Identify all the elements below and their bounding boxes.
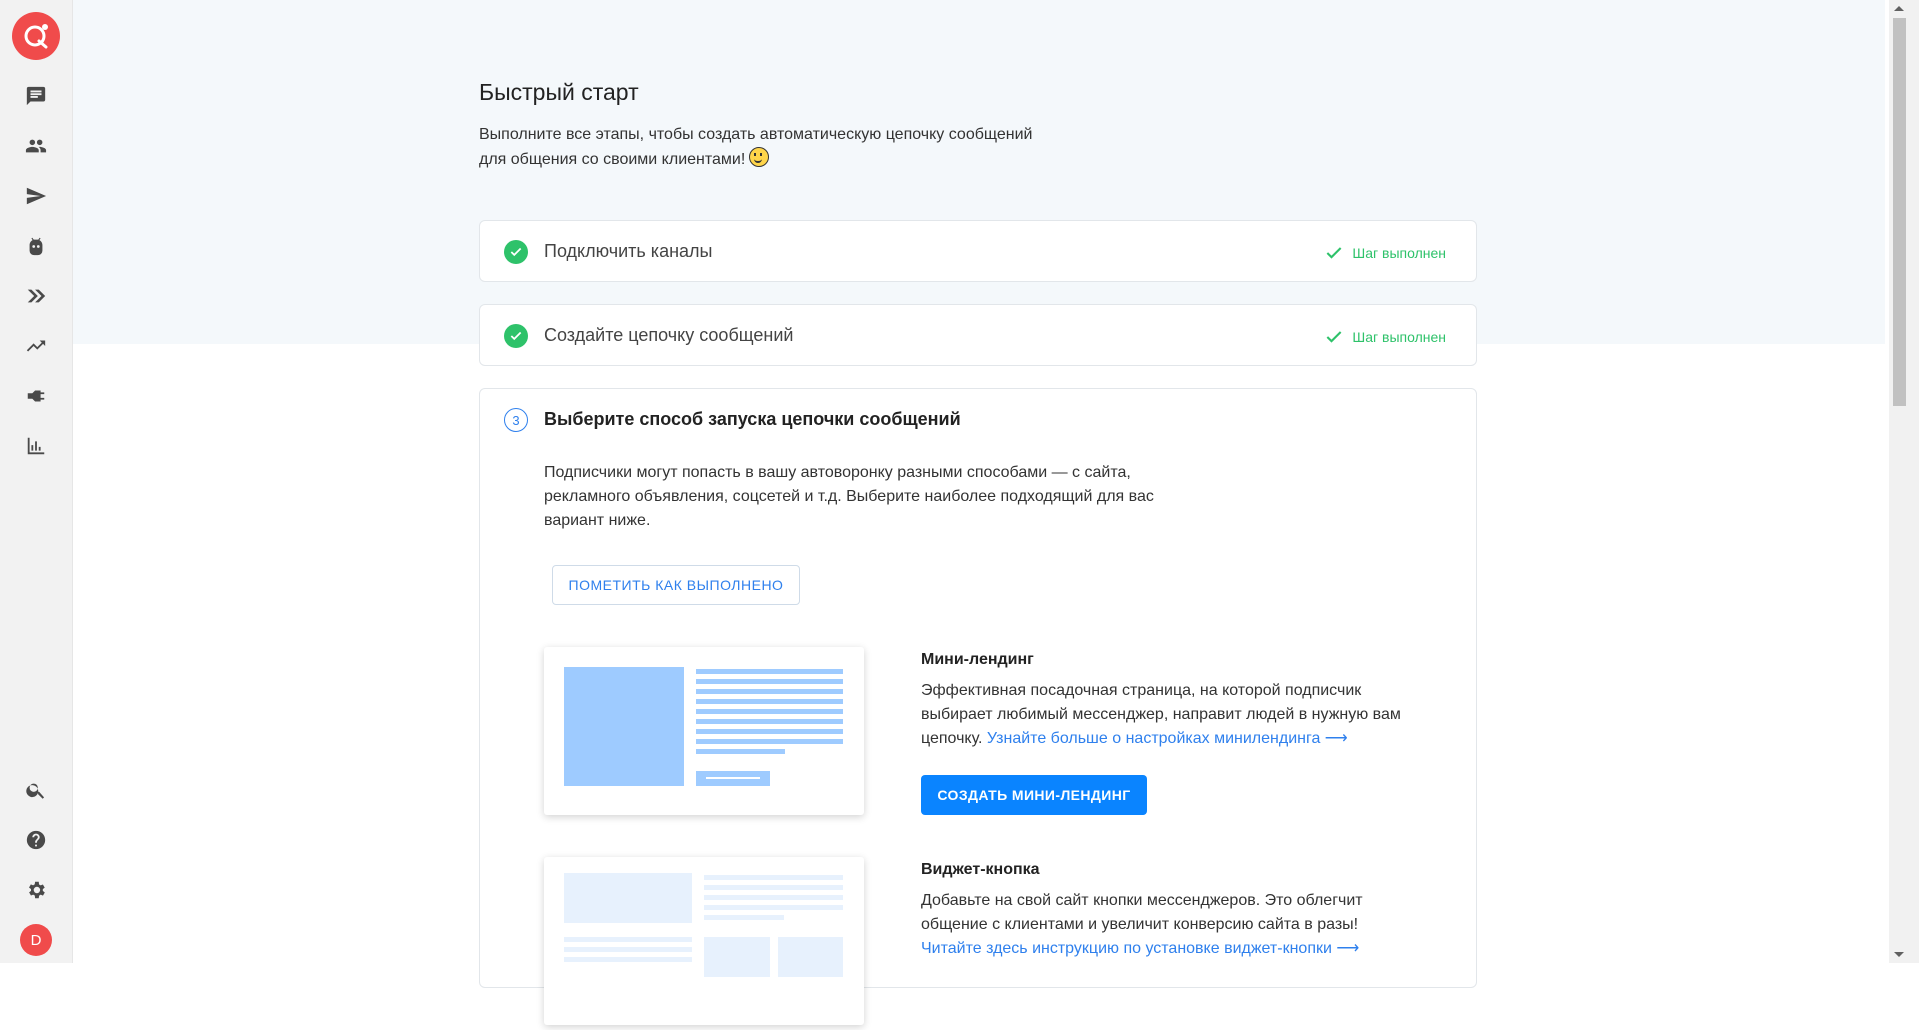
step-card-launch-method: 3 Выберите способ запуска цепочки сообще… xyxy=(479,388,1477,1025)
trending-icon[interactable] xyxy=(20,330,52,362)
check-circle-icon xyxy=(504,240,528,264)
step-status-label: Шаг выполнен xyxy=(1352,329,1446,345)
check-circle-icon xyxy=(504,324,528,348)
logo-icon[interactable] xyxy=(12,12,60,60)
integrations-icon[interactable] xyxy=(20,380,52,412)
step-title: Создайте цепочку сообщений xyxy=(544,325,794,345)
send-icon[interactable] xyxy=(20,180,52,212)
step-card-connect-channels[interactable]: Подключить каналы Шаг выполнен xyxy=(479,220,1477,282)
widget-button-instructions-link[interactable]: Читайте здесь инструкцию по установке ви… xyxy=(921,940,1359,957)
mini-landing-learn-more-link[interactable]: Узнайте больше о настройках минилендинга… xyxy=(987,730,1348,747)
option-description-widget-button: Добавьте на свой сайт кнопки мессенджеро… xyxy=(921,889,1421,961)
search-icon[interactable] xyxy=(20,774,52,806)
step-title: Подключить каналы xyxy=(544,241,713,261)
page-subtitle: Выполните все этапы, чтобы создать автом… xyxy=(479,123,1039,172)
page-title: Быстрый старт xyxy=(479,79,639,105)
avatar-letter: D xyxy=(30,931,42,949)
mini-landing-illustration xyxy=(544,647,864,815)
mark-done-button[interactable]: ПОМЕТИТЬ КАК ВЫПОЛНЕНО xyxy=(552,565,800,605)
step-status: Шаг выполнен xyxy=(1324,243,1446,263)
autofunnel-icon[interactable] xyxy=(20,280,52,312)
create-mini-landing-button[interactable]: СОЗДАТЬ МИНИ-ЛЕНДИНГ xyxy=(921,775,1147,815)
step-number: 3 xyxy=(504,408,528,432)
scroll-up-arrow-icon[interactable] xyxy=(1894,6,1904,11)
help-icon[interactable] xyxy=(20,824,52,856)
analytics-icon[interactable] xyxy=(20,430,52,462)
bot-icon[interactable] xyxy=(20,230,52,262)
chat-icon[interactable] xyxy=(20,80,52,112)
step-card-create-chain[interactable]: Создайте цепочку сообщений Шаг выполнен xyxy=(479,304,1477,366)
step-description: Подписчики могут попасть в вашу автоворо… xyxy=(544,464,1154,529)
widget-button-illustration xyxy=(544,857,864,1025)
users-icon[interactable] xyxy=(20,130,52,162)
step-status: Шаг выполнен xyxy=(1324,327,1446,347)
option-description-mini-landing: Эффективная посадочная страница, на кото… xyxy=(921,679,1421,751)
scroll-down-arrow-icon[interactable] xyxy=(1894,952,1904,957)
step-status-label: Шаг выполнен xyxy=(1352,245,1446,261)
checkmark-icon xyxy=(1327,331,1342,343)
hero-background xyxy=(73,0,1885,344)
option-description-text: Добавьте на свой сайт кнопки мессенджеро… xyxy=(921,892,1363,933)
scrollbar-thumb[interactable] xyxy=(1893,18,1906,406)
avatar[interactable]: D xyxy=(20,924,52,956)
sidebar: D xyxy=(0,0,73,963)
step-title: Выберите способ запуска цепочки сообщени… xyxy=(544,409,961,429)
settings-icon[interactable] xyxy=(20,874,52,906)
scrollbar[interactable] xyxy=(1889,0,1919,963)
option-title-widget-button: Виджет-кнопка xyxy=(921,861,1040,878)
checkmark-icon xyxy=(1327,247,1342,259)
option-title-mini-landing: Мини-лендинг xyxy=(921,651,1034,668)
smile-emoji-icon xyxy=(749,147,770,167)
